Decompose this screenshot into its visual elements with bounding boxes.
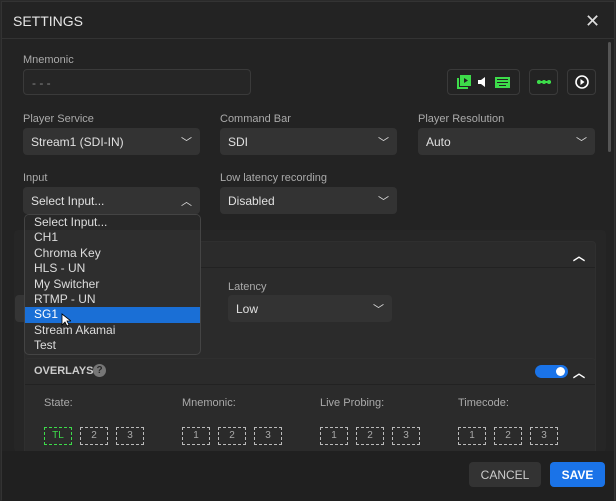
help-icon[interactable]: ? bbox=[93, 364, 106, 377]
dropdown-option[interactable]: HLS - UN bbox=[25, 261, 200, 276]
command-bar-value: SDI bbox=[228, 134, 249, 149]
mnemonic-label: Mnemonic bbox=[23, 54, 74, 66]
cancel-button[interactable]: CANCEL bbox=[469, 462, 541, 487]
low-latency-label: Low latency recording bbox=[220, 172, 328, 184]
overlay-position-box[interactable]: 3 bbox=[254, 427, 282, 445]
player-service-value: Stream1 (SDI-IN) bbox=[31, 134, 124, 149]
player-service-label: Player Service bbox=[23, 113, 94, 125]
latency-value: Low bbox=[236, 301, 259, 316]
latency-label: Latency bbox=[228, 281, 267, 293]
chevron-up-icon: ︿ bbox=[181, 195, 192, 208]
settings-dialog: SETTINGS ✕ Mnemonic - - - Player Service… bbox=[1, 1, 615, 501]
chevron-up-icon[interactable]: ︿ bbox=[573, 247, 585, 264]
dropdown-option[interactable]: RTMP - UN bbox=[25, 292, 200, 307]
overlay-position-box[interactable]: TL bbox=[44, 427, 72, 445]
chevron-down-icon: ﹀ bbox=[576, 136, 587, 149]
chevron-down-icon: ﹀ bbox=[373, 303, 384, 316]
chevron-down-icon: ﹀ bbox=[181, 136, 192, 149]
low-latency-value: Disabled bbox=[228, 193, 275, 208]
overlay-position-box[interactable]: 3 bbox=[116, 427, 144, 445]
dropdown-option[interactable]: Stream Akamai bbox=[25, 323, 200, 338]
mnemonic-input[interactable]: - - - bbox=[23, 69, 251, 95]
overlay-position-box[interactable]: 2 bbox=[494, 427, 522, 445]
dropdown-option[interactable]: CH1 bbox=[25, 230, 200, 245]
input-select[interactable]: Select Input... ︿ bbox=[23, 187, 200, 214]
play-button[interactable] bbox=[567, 69, 596, 95]
overlay-position-box[interactable]: 1 bbox=[320, 427, 348, 445]
chevron-down-icon: ﹀ bbox=[378, 195, 389, 208]
player-resolution-select[interactable]: Auto ﹀ bbox=[418, 128, 595, 155]
overlay-position-box[interactable]: 2 bbox=[80, 427, 108, 445]
overlays-toggle[interactable] bbox=[535, 365, 568, 378]
overlay-position-box[interactable]: 1 bbox=[182, 427, 210, 445]
keyboard-icon[interactable] bbox=[495, 76, 510, 88]
overlay-group-label: State: bbox=[44, 397, 73, 409]
connection-icon bbox=[536, 80, 551, 84]
dropdown-option[interactable]: SG1 bbox=[25, 307, 200, 323]
overlays-header: OVERLAYS ? ︿ bbox=[25, 359, 595, 385]
input-value: Select Input... bbox=[31, 193, 105, 208]
dropdown-option[interactable]: Select Input... bbox=[25, 215, 200, 231]
latency-select[interactable]: Low ﹀ bbox=[228, 295, 392, 322]
overlay-group-label: Mnemonic: bbox=[182, 397, 236, 409]
dialog-footer: CANCEL SAVE bbox=[2, 451, 614, 501]
play-circle-icon bbox=[574, 75, 589, 89]
low-latency-select[interactable]: Disabled ﹀ bbox=[220, 187, 397, 214]
media-controls-group bbox=[447, 69, 520, 95]
overlay-position-box[interactable]: 1 bbox=[458, 427, 486, 445]
input-dropdown-list: Select Input... CH1 Chroma Key HLS - UN My S… bbox=[24, 214, 201, 355]
command-bar-select[interactable]: SDI ﹀ bbox=[220, 128, 397, 155]
overlay-position-box[interactable]: 3 bbox=[530, 427, 558, 445]
save-button[interactable]: SAVE bbox=[550, 462, 605, 487]
player-resolution-value: Auto bbox=[426, 134, 451, 149]
dropdown-option[interactable]: Chroma Key bbox=[25, 246, 200, 261]
close-icon[interactable]: ✕ bbox=[585, 11, 600, 32]
overlay-position-box[interactable]: 2 bbox=[356, 427, 384, 445]
chevron-down-icon: ﹀ bbox=[378, 136, 389, 149]
overlays-card: OVERLAYS ? ︿ State: TL 2 3 Mnemonic: 1 2 3 Live … bbox=[24, 358, 596, 458]
dropdown-option[interactable]: Test bbox=[25, 338, 200, 353]
volume-icon[interactable] bbox=[477, 76, 489, 88]
scrollbar[interactable] bbox=[608, 42, 611, 152]
connection-button[interactable] bbox=[529, 69, 558, 95]
player-resolution-label: Player Resolution bbox=[418, 113, 505, 125]
chevron-up-icon[interactable]: ︿ bbox=[573, 364, 585, 381]
mouse-cursor-icon bbox=[61, 313, 71, 327]
overlay-group-label: Live Probing: bbox=[320, 397, 385, 409]
player-service-select[interactable]: Stream1 (SDI-IN) ﹀ bbox=[23, 128, 200, 155]
overlay-position-box[interactable]: 3 bbox=[392, 427, 420, 445]
video-library-icon[interactable] bbox=[457, 75, 471, 89]
overlay-position-box[interactable]: 2 bbox=[218, 427, 246, 445]
input-label: Input bbox=[23, 172, 48, 184]
command-bar-label: Command Bar bbox=[220, 113, 291, 125]
dropdown-option[interactable]: My Switcher bbox=[25, 277, 200, 292]
dialog-title: SETTINGS bbox=[13, 13, 84, 29]
dialog-header: SETTINGS ✕ bbox=[2, 2, 614, 39]
overlay-group-label: Timecode: bbox=[458, 397, 509, 409]
overlays-title: OVERLAYS bbox=[34, 365, 94, 377]
